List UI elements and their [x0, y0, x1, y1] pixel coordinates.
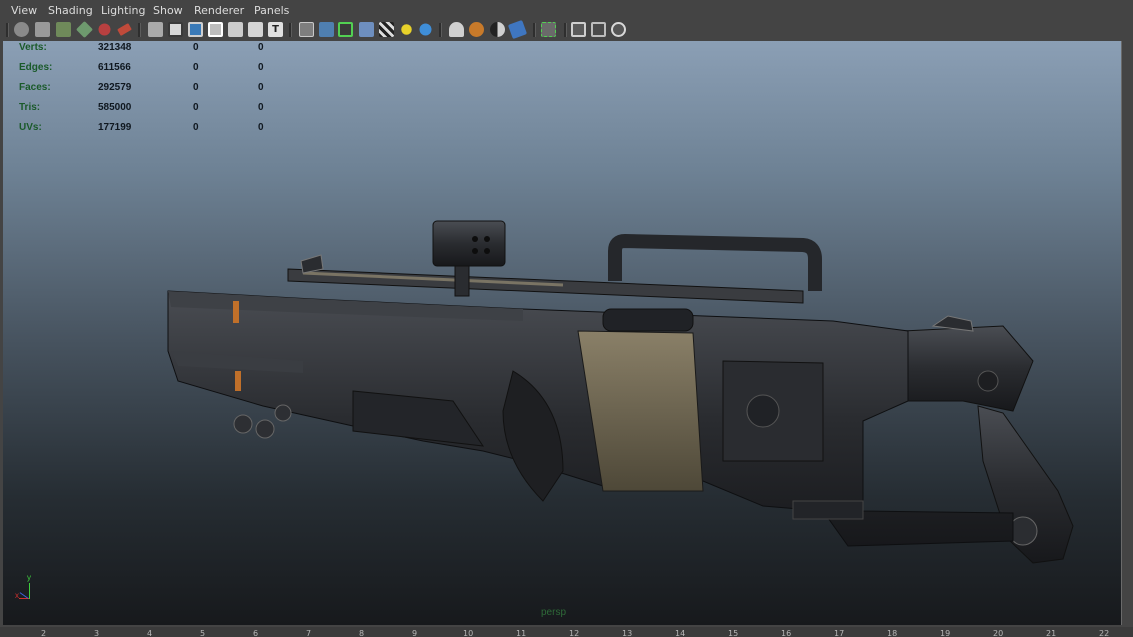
grid-icon[interactable] [148, 22, 163, 37]
gun-front-grip [233, 404, 292, 439]
use-all-lights-icon[interactable] [419, 23, 432, 36]
gun-handle [608, 233, 822, 291]
panel-menu-bar: View Shading Lighting Show Renderer Pane… [0, 0, 1133, 20]
axis-x-label: x [15, 591, 19, 600]
safe-action-icon[interactable] [248, 22, 263, 37]
timeline-tick: 16 [781, 629, 792, 637]
shadows-icon[interactable] [449, 22, 464, 37]
textured-icon[interactable] [359, 22, 374, 37]
timeline-ruler[interactable]: 2 3 4 5 6 7 8 9 10 11 12 13 14 15 16 17 … [0, 627, 1133, 637]
view-axis-indicator: y x [13, 573, 43, 603]
timeline-tick: 9 [412, 629, 418, 637]
timeline-tick: 12 [569, 629, 580, 637]
gun-model[interactable] [3, 41, 1121, 625]
menu-show[interactable]: Show [153, 4, 183, 17]
bookmarks-icon[interactable] [76, 21, 93, 38]
select-camera-icon[interactable] [14, 22, 29, 37]
checker-icon[interactable] [379, 22, 394, 37]
gun-scope [602, 308, 694, 332]
wireframe-icon[interactable] [299, 22, 314, 37]
timeline-tick: 3 [94, 629, 100, 637]
perspective-viewport[interactable]: Verts: 321348 0 0 Edges: 611566 0 0 Face… [3, 41, 1122, 625]
timeline-tick: 6 [253, 629, 259, 637]
timeline-tick: 5 [200, 629, 206, 637]
xray-icon[interactable] [571, 22, 586, 37]
timeline-tick: 18 [887, 629, 898, 637]
motion-blur-icon[interactable] [490, 22, 505, 37]
timeline-tick: 17 [834, 629, 845, 637]
gun-top-rail [287, 254, 804, 304]
camera-attributes-icon[interactable] [56, 22, 71, 37]
timeline-tick: 14 [675, 629, 686, 637]
panel-toolbar: T [0, 19, 1133, 41]
timeline-tick: 15 [728, 629, 739, 637]
resolution-gate-icon[interactable] [188, 22, 203, 37]
timeline-tick: 8 [359, 629, 365, 637]
timeline-tick: 4 [147, 629, 153, 637]
toolbar-separator [289, 23, 292, 37]
toolbar-separator [138, 23, 141, 37]
lock-camera-icon[interactable] [35, 22, 50, 37]
grease-pencil-icon[interactable] [117, 23, 132, 36]
timeline-tick: 20 [993, 629, 1004, 637]
menu-view[interactable]: View [11, 4, 37, 17]
smooth-shade-icon[interactable] [319, 22, 334, 37]
timeline-tick: 13 [622, 629, 633, 637]
timeline-tick: 11 [516, 629, 527, 637]
gun-body [167, 290, 1014, 547]
menu-lighting[interactable]: Lighting [101, 4, 145, 17]
gate-mask-icon[interactable] [208, 22, 223, 37]
timeline-tick: 2 [41, 629, 47, 637]
screen-space-ambient-occlusion-icon[interactable] [469, 22, 484, 37]
toolbar-separator [6, 23, 9, 37]
anti-aliasing-icon[interactable] [507, 19, 528, 40]
toolbar-separator [533, 23, 536, 37]
axis-y-label: y [27, 573, 31, 582]
camera-name-label: persp [541, 607, 567, 618]
xray-components-icon[interactable] [611, 22, 626, 37]
wireframe-on-shaded-icon[interactable] [338, 22, 353, 37]
toolbar-separator [439, 23, 442, 37]
film-gate-icon[interactable] [168, 22, 183, 37]
xray-joints-icon[interactable] [591, 22, 606, 37]
timeline-tick: 19 [940, 629, 951, 637]
timeline-tick: 7 [306, 629, 312, 637]
image-plane-icon[interactable] [98, 23, 111, 36]
menu-shading[interactable]: Shading [48, 4, 93, 17]
toolbar-separator [564, 23, 567, 37]
field-chart-icon[interactable] [228, 22, 243, 37]
menu-renderer[interactable]: Renderer [194, 4, 244, 17]
menu-panels[interactable]: Panels [254, 4, 289, 17]
axis-y-line [29, 583, 30, 599]
default-light-icon[interactable] [401, 24, 412, 35]
isolate-select-icon[interactable] [541, 22, 556, 37]
timeline-tick: 10 [463, 629, 474, 637]
timeline-tick: 21 [1046, 629, 1057, 637]
safe-title-icon[interactable]: T [268, 22, 283, 37]
timeline-tick: 22 [1099, 629, 1110, 637]
